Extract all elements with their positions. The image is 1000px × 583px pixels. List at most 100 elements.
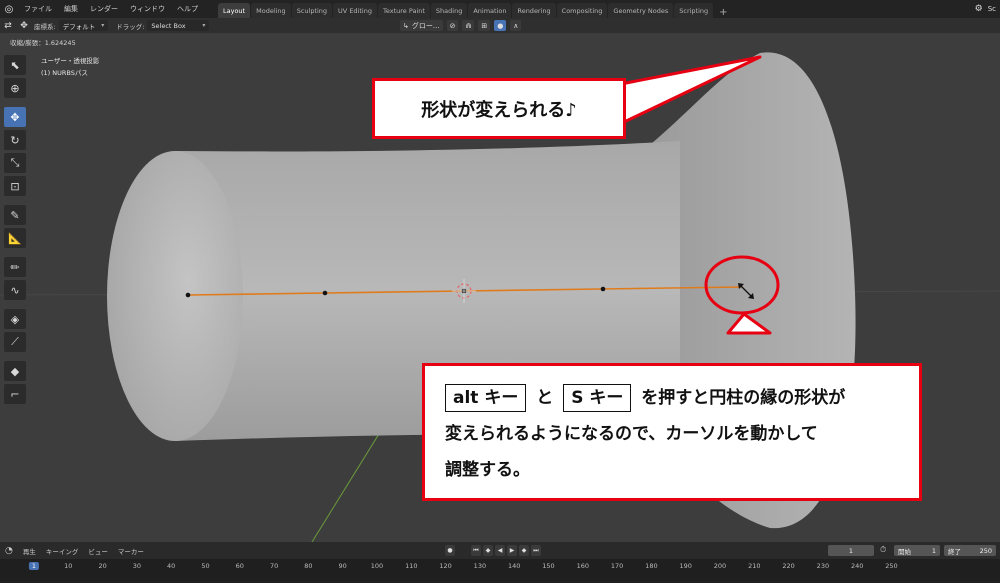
timeline-ruler[interactable]: 1 10 20 30 40 50 60 70 80 90 100 110 120 130 140 150 160…	[0, 559, 1000, 583]
falloff-curve-icon: ∧	[513, 21, 519, 30]
timeline-editor-icon[interactable]: ◔	[0, 546, 18, 556]
drag-dropdown[interactable]: Select Box ▾	[147, 20, 210, 31]
timeline-tick-label: 160	[576, 562, 590, 570]
menu-help[interactable]: ヘルプ	[171, 4, 204, 14]
timeline-tick-label: 180	[645, 562, 658, 570]
orientation-dropdown[interactable]: デフォルト ▾	[58, 20, 109, 31]
scale-icon: ⤡	[10, 156, 20, 169]
measure-tool-button[interactable]: 📐	[4, 228, 26, 248]
start-frame-field[interactable]: 開始 1	[894, 545, 940, 556]
pen-tool-button[interactable]: ∿	[4, 280, 26, 300]
scene-name[interactable]: Sc	[988, 5, 996, 13]
draw-tool-button[interactable]: ✏	[4, 257, 26, 277]
randomize-tool-button[interactable]: ⌐	[4, 384, 26, 404]
pivot-icon: ↳	[403, 21, 409, 30]
drag-value: Select Box	[151, 21, 186, 30]
menu-file[interactable]: ファイル	[18, 4, 58, 14]
scene-selector: ⚙ Sc	[975, 0, 1000, 18]
timeline-tick-label: 100	[370, 562, 384, 570]
control-point[interactable]	[322, 290, 328, 296]
transform-tool-button[interactable]: ⊡	[4, 176, 26, 196]
move-gizmo-icon[interactable]: ✥	[16, 21, 32, 31]
menu-view[interactable]: ビュー	[83, 546, 113, 556]
record-button[interactable]: ●	[445, 545, 455, 556]
tab-texture-paint[interactable]: Texture Paint	[377, 3, 430, 18]
current-frame-marker: 1	[28, 562, 40, 570]
tab-sculpting[interactable]: Sculpting	[291, 3, 333, 18]
end-frame-value: 250	[979, 546, 992, 555]
snap-target-button[interactable]: ⊘	[446, 20, 459, 31]
timeline-tick-label: 30	[132, 562, 142, 570]
pivot-dropdown[interactable]: ↳ グロー...	[400, 20, 443, 31]
timeline-header: ◔ 再生 キーイング ビュー マーカー ● ⏮ ◆ ◀ ▶ ◆ ⏭ 1 ⏱ 開始…	[0, 542, 1000, 559]
extrude-tool-button[interactable]: ◈	[4, 309, 26, 329]
timeline-tick-label: 80	[304, 562, 313, 570]
header-right-controls: ↳ グロー... ⊘ ⋒ ⊞ ● ∧	[400, 18, 522, 33]
clock-icon[interactable]: ⏱	[880, 545, 886, 555]
next-keyframe-button[interactable]: ◆	[519, 545, 529, 556]
menu-edit[interactable]: 編集	[58, 4, 84, 14]
menu-playback[interactable]: 再生	[18, 546, 41, 556]
view-title: ユーザー・透視投影	[41, 57, 100, 65]
cursor-tool-button[interactable]: ⊕	[4, 78, 26, 98]
tab-uv-editing[interactable]: UV Editing	[333, 3, 377, 18]
tab-modeling[interactable]: Modeling	[251, 3, 291, 18]
timeline-tick-label: 150	[542, 562, 555, 570]
3d-viewport[interactable]: 収縮/膨張：1.624245 ユーザー・透視投影 (1) NURBSパス ⬉ ⊕…	[0, 33, 1000, 542]
timeline-tick-label: 250	[885, 562, 898, 570]
start-frame-value: 1	[931, 546, 936, 555]
timeline-tick-label: 110	[405, 562, 418, 570]
jump-end-button[interactable]: ⏭	[531, 545, 541, 556]
tab-scripting[interactable]: Scripting	[674, 3, 714, 18]
play-reverse-button[interactable]: ◀	[495, 545, 505, 556]
workspace-tabs: Layout Modeling Sculpting UV Editing Tex…	[218, 0, 733, 18]
menu-marker[interactable]: マーカー	[113, 546, 149, 556]
menu-keying[interactable]: キーイング	[41, 546, 84, 556]
draw-curve-icon: ✏	[10, 260, 20, 274]
menu-window[interactable]: ウィンドウ	[124, 4, 171, 14]
pivot-value: グロー...	[411, 21, 440, 30]
tab-shading[interactable]: Shading	[430, 3, 468, 18]
orientation-label: 座標系:	[34, 22, 56, 31]
timeline-tick-label: 190	[679, 562, 692, 570]
proportional-edit-button[interactable]: ●	[494, 20, 507, 31]
control-point[interactable]	[600, 286, 606, 292]
ruler-icon: 📐	[8, 231, 22, 245]
add-workspace-icon[interactable]: +	[714, 7, 732, 18]
tab-rendering[interactable]: Rendering	[512, 3, 556, 18]
timeline-tick-label: 60	[235, 562, 244, 570]
move-arrows-icon: ✥	[10, 110, 20, 124]
proportional-icon: ●	[497, 21, 504, 30]
snap-element-button[interactable]: ⊞	[478, 20, 491, 31]
rotate-tool-button[interactable]: ↻	[4, 130, 26, 150]
tab-layout[interactable]: Layout	[218, 3, 251, 18]
blender-logo-icon[interactable]: ◎	[0, 0, 18, 18]
current-frame-field[interactable]: 1	[828, 545, 874, 556]
tab-compositing[interactable]: Compositing	[556, 3, 608, 18]
control-point[interactable]	[185, 292, 191, 298]
radius-tool-button[interactable]: ⟋	[4, 332, 26, 352]
move-tool-button[interactable]: ✥	[4, 107, 26, 127]
callout-top: 形状が変えられる♪	[372, 78, 626, 139]
tab-geometry-nodes[interactable]: Geometry Nodes	[608, 3, 674, 18]
snap-toggle-button[interactable]: ⋒	[462, 20, 475, 31]
playback-controls: ● ⏮ ◆ ◀ ▶ ◆ ⏭	[445, 545, 541, 556]
timeline-tick-label: 200	[713, 562, 727, 570]
annotate-tool-button[interactable]: ✎	[4, 205, 26, 225]
jump-start-button[interactable]: ⏮	[471, 545, 481, 556]
extrude-icon: ◈	[10, 312, 20, 326]
timeline-tick-label: 120	[439, 562, 452, 570]
scene-icon[interactable]: ⚙	[975, 4, 983, 14]
grid-icon: ⊞	[481, 21, 488, 30]
tab-animation[interactable]: Animation	[468, 3, 512, 18]
scale-tool-button[interactable]: ⤡	[4, 153, 26, 173]
prev-keyframe-button[interactable]: ◆	[483, 545, 493, 556]
play-button[interactable]: ▶	[507, 545, 517, 556]
end-frame-field[interactable]: 終了 250	[944, 545, 996, 556]
tilt-tool-button[interactable]: ◆	[4, 361, 26, 381]
select-tool-button[interactable]: ⬉	[4, 55, 26, 75]
menu-render[interactable]: レンダー	[84, 4, 124, 14]
falloff-button[interactable]: ∧	[510, 20, 522, 31]
editor-type-icon[interactable]: ⇄	[0, 21, 16, 31]
tool-header: ⇄ ✥ 座標系: デフォルト ▾ ドラッグ: Select Box ▾ ↳ グロ…	[0, 18, 1000, 33]
